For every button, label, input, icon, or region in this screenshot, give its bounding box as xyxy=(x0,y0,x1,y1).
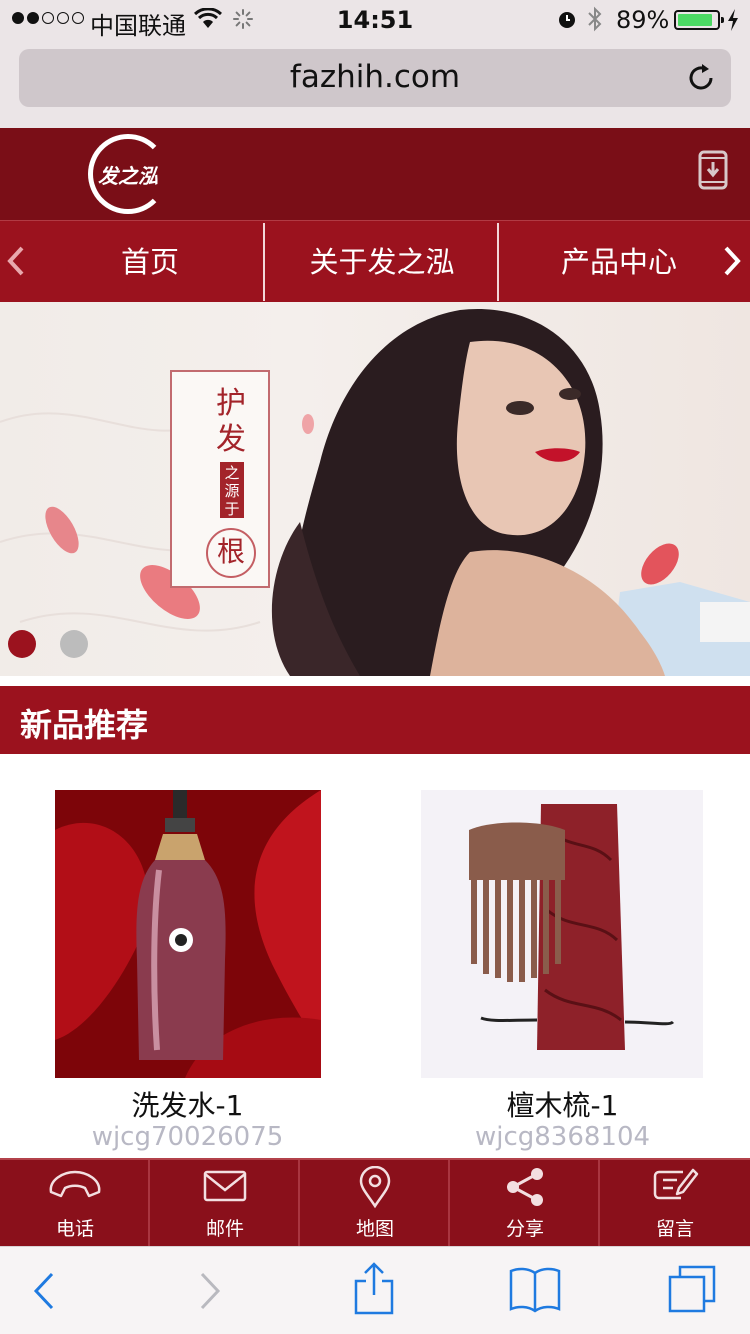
map-pin-icon xyxy=(359,1165,391,1209)
message-icon xyxy=(653,1168,699,1200)
toolbar-label: 电话 xyxy=(55,1218,94,1240)
nav-next-icon[interactable] xyxy=(722,245,742,277)
hero-banner[interactable]: 护发 之源于 根 xyxy=(0,302,750,676)
alarm-icon xyxy=(559,12,575,28)
address-bar[interactable]: fazhih.com xyxy=(19,49,731,107)
site-logo[interactable]: 发之泓 xyxy=(80,128,176,220)
bookmarks-icon[interactable] xyxy=(508,1265,562,1313)
carousel-dot-2[interactable] xyxy=(60,630,88,658)
banner-poster-card: 护发 之源于 根 xyxy=(170,370,270,588)
product-code: wjcg70026075 xyxy=(91,1122,284,1152)
section-header: 新品推荐 xyxy=(0,686,750,754)
banner-seal: 根 xyxy=(206,528,256,578)
mobile-download-icon[interactable] xyxy=(698,150,728,190)
share-icon xyxy=(507,1168,543,1206)
reload-icon[interactable] xyxy=(685,62,717,94)
section-title: 新品推荐 xyxy=(20,706,149,744)
toolbar-map[interactable]: 地图 xyxy=(300,1160,450,1246)
nav-item-home[interactable]: 首页 xyxy=(36,221,264,303)
nav-divider xyxy=(497,223,499,301)
browser-toolbar xyxy=(0,1246,750,1334)
logo-text: 发之泓 xyxy=(98,164,158,188)
charging-bolt-icon xyxy=(728,9,738,31)
site-header: 发之泓 xyxy=(0,128,750,220)
toolbar-mail[interactable]: 邮件 xyxy=(150,1160,300,1246)
contact-toolbar: 电话 邮件 地图 分享 留言 xyxy=(0,1158,750,1246)
main-nav: 首页 关于发之泓 产品中心 xyxy=(0,220,750,302)
product-image-shampoo[interactable] xyxy=(55,790,321,1078)
product-image-comb[interactable] xyxy=(421,790,703,1078)
battery-percent: 89% xyxy=(616,6,670,34)
nav-item-about[interactable]: 关于发之泓 xyxy=(266,221,498,303)
product-name[interactable]: 檀木梳-1 xyxy=(375,1084,750,1124)
toolbar-message[interactable]: 留言 xyxy=(600,1160,750,1246)
bluetooth-icon xyxy=(588,6,602,32)
toolbar-label: 留言 xyxy=(655,1218,694,1240)
product-code: wjcg8368104 xyxy=(474,1122,651,1152)
back-icon[interactable] xyxy=(30,1271,56,1311)
toolbar-share[interactable]: 分享 xyxy=(450,1160,600,1246)
toolbar-phone[interactable]: 电话 xyxy=(0,1160,150,1246)
nav-divider xyxy=(263,223,265,301)
nav-item-products[interactable]: 产品中心 xyxy=(500,221,738,303)
shampoo-bottle-image xyxy=(55,790,321,1078)
carousel-dot-1[interactable] xyxy=(8,630,36,658)
comb-pouch-image xyxy=(421,790,703,1078)
tabs-icon[interactable] xyxy=(666,1263,718,1315)
banner-headline: 护发 xyxy=(216,386,246,457)
nav-prev-icon[interactable] xyxy=(6,245,26,277)
mail-icon xyxy=(203,1170,247,1202)
toolbar-label: 地图 xyxy=(355,1218,394,1240)
toolbar-label: 分享 xyxy=(505,1218,544,1240)
banner-background-art xyxy=(0,308,750,676)
toolbar-label: 邮件 xyxy=(205,1218,244,1240)
forward-icon[interactable] xyxy=(198,1271,224,1311)
product-name[interactable]: 洗发水-1 xyxy=(0,1084,375,1124)
url-text[interactable]: fazhih.com xyxy=(19,59,731,95)
banner-tagline: 之源于 xyxy=(220,462,244,518)
phone-icon xyxy=(49,1170,101,1198)
share-sheet-icon[interactable] xyxy=(352,1261,396,1317)
battery-icon xyxy=(674,10,724,30)
status-bar: 中国联通 14:51 89% xyxy=(0,0,750,40)
